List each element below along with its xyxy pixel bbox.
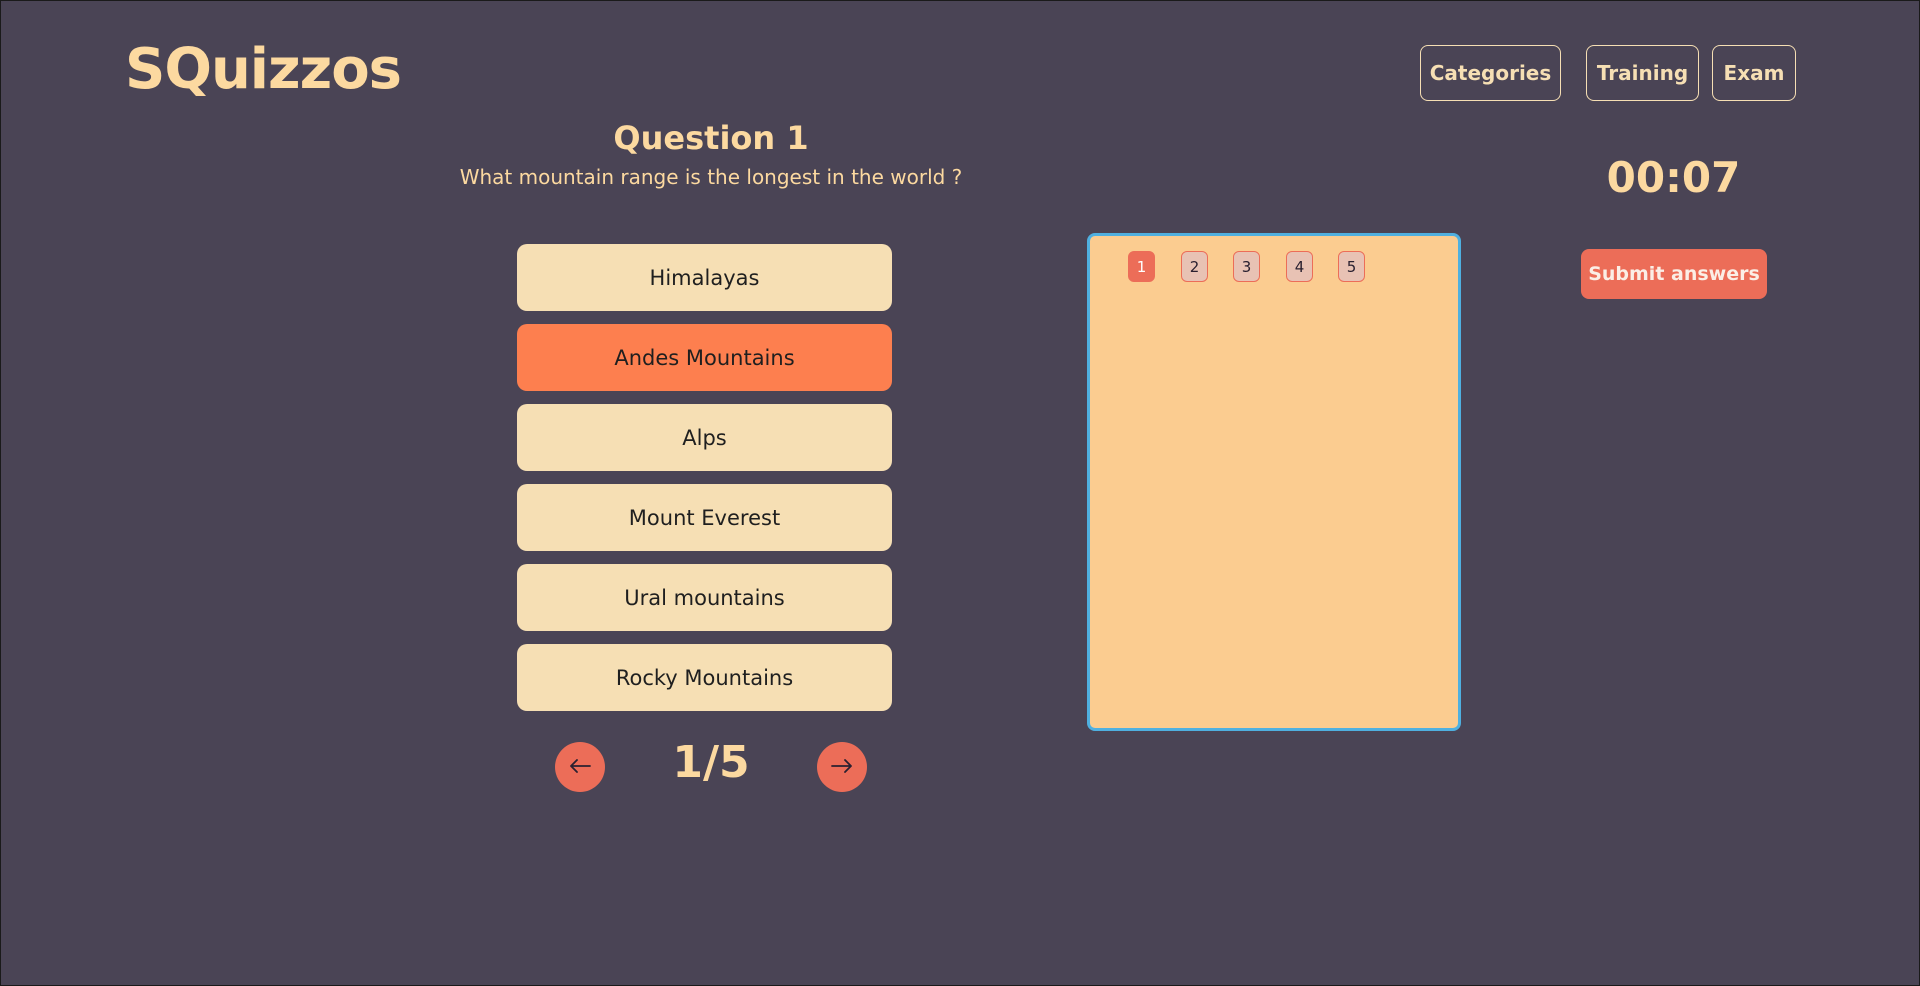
question-counter: 1/5 — [672, 737, 750, 788]
nav-categories-button[interactable]: Categories — [1420, 45, 1561, 101]
question-title: Question 1 — [613, 119, 809, 157]
answer-option-6[interactable]: Rocky Mountains — [517, 644, 892, 711]
question-number-2[interactable]: 2 — [1181, 251, 1208, 282]
nav-training-button[interactable]: Training — [1586, 45, 1699, 101]
answer-list: Himalayas Andes Mountains Alps Mount Eve… — [517, 244, 892, 724]
answer-option-4[interactable]: Mount Everest — [517, 484, 892, 551]
arrow-left-icon — [569, 755, 591, 780]
question-number-1[interactable]: 1 — [1128, 251, 1155, 282]
submit-answers-button[interactable]: Submit answers — [1581, 249, 1767, 299]
app-logo: SQuizzos — [125, 37, 402, 102]
arrow-right-icon — [831, 755, 853, 780]
question-number-4[interactable]: 4 — [1286, 251, 1313, 282]
question-text: What mountain range is the longest in th… — [459, 165, 963, 189]
nav-exam-button[interactable]: Exam — [1712, 45, 1796, 101]
answer-option-1[interactable]: Himalayas — [517, 244, 892, 311]
countdown-timer: 00:07 — [1606, 153, 1741, 202]
question-number-3[interactable]: 3 — [1233, 251, 1260, 282]
answer-option-5[interactable]: Ural mountains — [517, 564, 892, 631]
question-number-5[interactable]: 5 — [1338, 251, 1365, 282]
answer-option-2[interactable]: Andes Mountains — [517, 324, 892, 391]
previous-question-button[interactable] — [555, 742, 605, 792]
question-navigator-panel: 1 2 3 4 5 — [1087, 233, 1461, 731]
next-question-button[interactable] — [817, 742, 867, 792]
answer-option-3[interactable]: Alps — [517, 404, 892, 471]
